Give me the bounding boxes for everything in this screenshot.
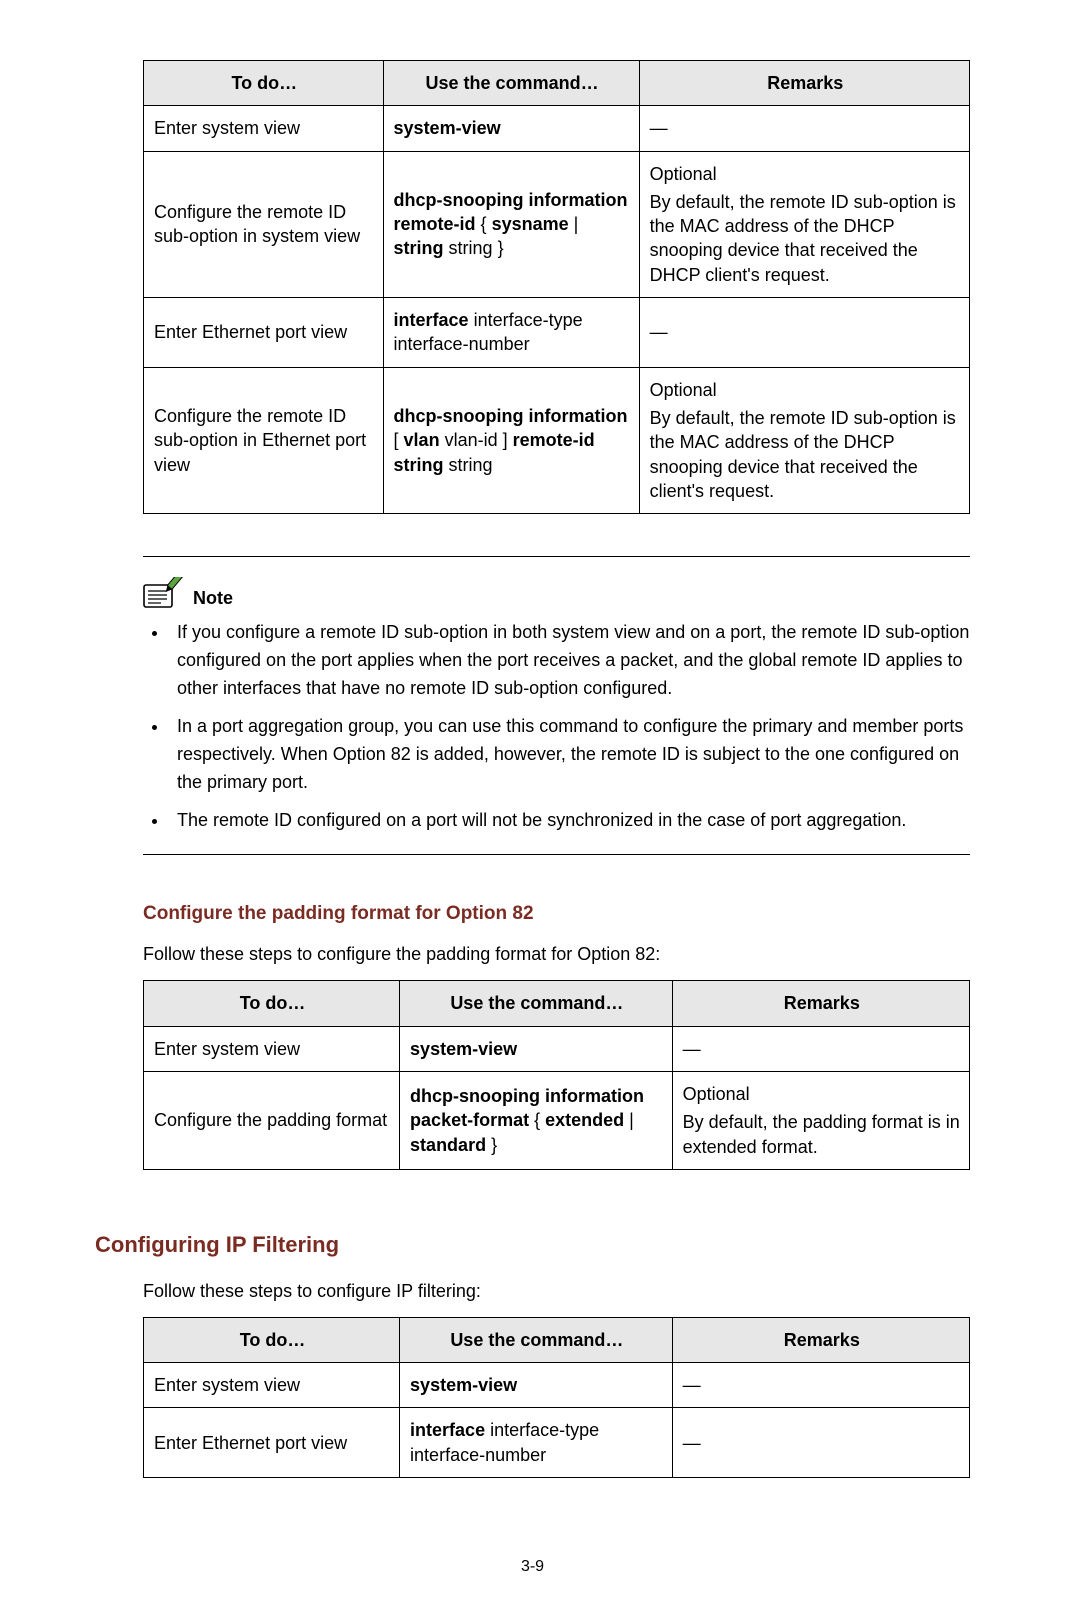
body-content: To do… Use the command… Remarks Enter sy… [143, 60, 970, 1170]
remark-line: By default, the padding format is in ext… [683, 1110, 961, 1159]
remark-line: Optional [650, 162, 961, 186]
cmd-text: | [569, 214, 579, 234]
cmd-keyword: extended [545, 1110, 624, 1130]
remark-line: By default, the remote ID sub-option is … [650, 406, 961, 503]
cell-cmd: system-view [400, 1026, 673, 1071]
heading-ip-filtering: Configuring IP Filtering [95, 1232, 970, 1258]
heading-padding-format: Configure the padding format for Option … [143, 903, 970, 925]
cell-todo: Enter Ethernet port view [144, 298, 384, 368]
remark-line: By default, the remote ID sub-option is … [650, 190, 961, 287]
page-root: To do… Use the command… Remarks Enter sy… [0, 0, 1080, 1616]
cell-rmk: — [672, 1026, 969, 1071]
cmd-keyword: interface [410, 1420, 485, 1440]
cell-rmk: — [672, 1363, 969, 1408]
note-icon [143, 577, 185, 609]
cmd-keyword: dhcp-snooping information [394, 406, 628, 426]
cell-cmd: dhcp-snooping information [ vlan vlan-id… [383, 367, 639, 513]
cell-cmd: interface interface-type interface-numbe… [383, 298, 639, 368]
list-item: If you configure a remote ID sub-option … [169, 619, 970, 703]
table-row: Enter system view system-view — [144, 1026, 970, 1071]
cmd-text: vlan-id ] [440, 430, 513, 450]
cell-rmk: Optional By default, the remote ID sub-o… [639, 151, 969, 297]
cmd-keyword: sysname [492, 214, 569, 234]
table-row: Enter system view system-view — [144, 106, 970, 151]
intro-text: Follow these steps to configure the padd… [143, 941, 970, 968]
th-rmk: Remarks [672, 1317, 969, 1362]
cell-todo: Enter Ethernet port view [144, 1408, 400, 1478]
table-remote-id: To do… Use the command… Remarks Enter sy… [143, 60, 970, 514]
table-row: Configure the remote ID sub-option in sy… [144, 151, 970, 297]
table-padding-format: To do… Use the command… Remarks Enter sy… [143, 980, 970, 1169]
cmd-text: { [529, 1110, 545, 1130]
cell-rmk: — [639, 106, 969, 151]
cell-rmk: Optional By default, the remote ID sub-o… [639, 367, 969, 513]
th-todo: To do… [144, 61, 384, 106]
remark-line: Optional [650, 378, 961, 402]
th-rmk: Remarks [639, 61, 969, 106]
note-header: Note [143, 577, 970, 609]
cell-rmk: — [639, 298, 969, 368]
cmd-text: } [486, 1135, 497, 1155]
cell-cmd: system-view [383, 106, 639, 151]
table-row: Enter Ethernet port view interface inter… [144, 298, 970, 368]
cell-cmd: system-view [400, 1363, 673, 1408]
table-row: Enter system view system-view — [144, 1363, 970, 1408]
note-divider-top [143, 556, 970, 557]
th-rmk: Remarks [672, 981, 969, 1026]
cell-cmd: dhcp-snooping information remote-id { sy… [383, 151, 639, 297]
cmd-keyword: vlan [404, 430, 440, 450]
cell-todo: Configure the padding format [144, 1071, 400, 1169]
table-row: Enter Ethernet port view interface inter… [144, 1408, 970, 1478]
th-todo: To do… [144, 981, 400, 1026]
table-row: Configure the remote ID sub-option in Et… [144, 367, 970, 513]
cmd-keyword: system-view [394, 118, 501, 138]
cell-todo: Enter system view [144, 106, 384, 151]
th-cmd: Use the command… [400, 981, 673, 1026]
cell-todo: Configure the remote ID sub-option in Et… [144, 367, 384, 513]
list-item: The remote ID configured on a port will … [169, 807, 970, 835]
cell-todo: Enter system view [144, 1363, 400, 1408]
table-header-row: To do… Use the command… Remarks [144, 981, 970, 1026]
cmd-text: | [624, 1110, 634, 1130]
th-cmd: Use the command… [400, 1317, 673, 1362]
body-content: Follow these steps to configure IP filte… [143, 1278, 970, 1478]
cell-rmk: Optional By default, the padding format … [672, 1071, 969, 1169]
note-list: If you configure a remote ID sub-option … [143, 619, 970, 834]
list-item: In a port aggregation group, you can use… [169, 713, 970, 797]
cmd-keyword: system-view [410, 1039, 517, 1059]
cell-rmk: — [672, 1408, 969, 1478]
table-ip-filtering: To do… Use the command… Remarks Enter sy… [143, 1317, 970, 1478]
cmd-text: string [444, 455, 493, 475]
table-header-row: To do… Use the command… Remarks [144, 61, 970, 106]
note-label: Note [193, 588, 233, 609]
cell-todo: Configure the remote ID sub-option in sy… [144, 151, 384, 297]
th-cmd: Use the command… [383, 61, 639, 106]
page-number: 3-9 [95, 1558, 970, 1576]
cmd-keyword: interface [394, 310, 469, 330]
cell-cmd: dhcp-snooping information packet-format … [400, 1071, 673, 1169]
cmd-keyword: string [394, 238, 444, 258]
cmd-keyword: system-view [410, 1375, 517, 1395]
table-header-row: To do… Use the command… Remarks [144, 1317, 970, 1362]
note-divider-bottom [143, 854, 970, 855]
th-todo: To do… [144, 1317, 400, 1362]
cmd-keyword: standard [410, 1135, 486, 1155]
note-callout: Note If you configure a remote ID sub-op… [143, 556, 970, 855]
table-row: Configure the padding format dhcp-snoopi… [144, 1071, 970, 1169]
cell-cmd: interface interface-type interface-numbe… [400, 1408, 673, 1478]
cell-todo: Enter system view [144, 1026, 400, 1071]
cmd-text: { [476, 214, 492, 234]
cmd-text: [ [394, 430, 404, 450]
cmd-text: string } [444, 238, 504, 258]
intro-text: Follow these steps to configure IP filte… [143, 1278, 970, 1305]
remark-line: Optional [683, 1082, 961, 1106]
